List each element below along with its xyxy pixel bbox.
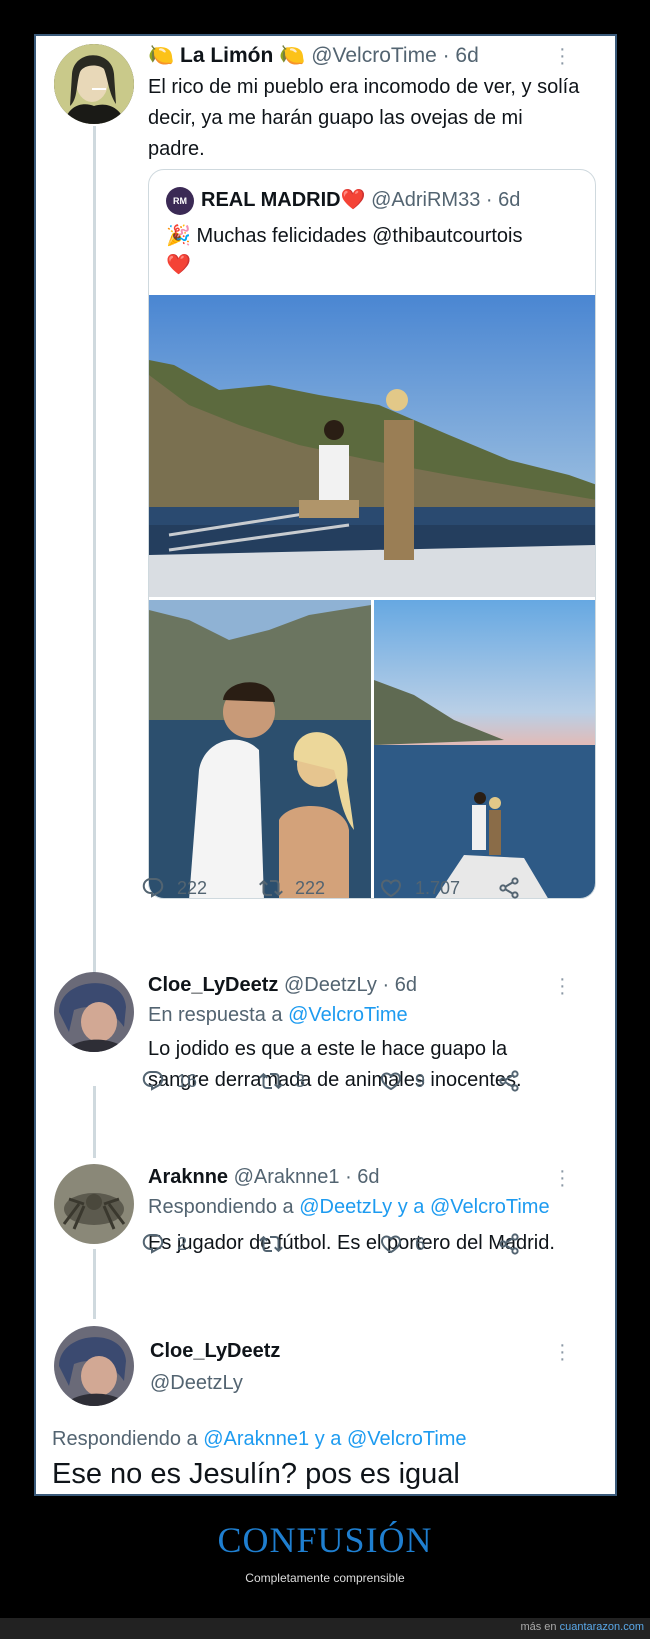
reply-count: 222 [177,877,208,898]
tweet-thread-card: 🍋 La Limón 🍋 @VelcroTime · 6d · · · El ric… [34,34,617,1496]
tweet-text: Ese no es Jesulín? pos es igual [52,1458,460,1490]
meme-subtitle: Completamente comprensible [245,1571,405,1585]
tweet-time[interactable]: · 6d [443,44,479,67]
retweet-button[interactable]: 3 [259,1069,305,1093]
retweet-count: 3 [295,1070,306,1091]
reply-button[interactable]: 16 [141,1069,197,1093]
mention-link[interactable]: @Araknne1 y a @VelcroTime [203,1428,466,1450]
author-handle[interactable]: @DeetzLy [284,974,377,996]
retweet-count: 222 [295,877,326,898]
heart-emoji: ❤️ [340,189,366,211]
reply-prefix: En respuesta a [148,1004,283,1026]
author-name[interactable]: Cloe_LyDeetz [150,1340,280,1363]
thread-line [93,1086,96,1158]
tweet-header: Cloe_LyDeetz @DeetzLy · 6d [148,974,417,997]
tweet-header: 🍋 La Limón 🍋 @VelcroTime · 6d [148,44,479,68]
more-options-icon[interactable]: · · · [559,39,566,73]
quoted-author-name: REAL MADRID [201,189,341,211]
like-count: 1.707 [415,877,461,898]
share-icon [497,876,521,900]
more-options-icon[interactable]: · · · [559,969,566,1003]
like-button[interactable]: 9 [379,1069,425,1093]
share-icon [497,1069,521,1093]
tweet-photo[interactable] [374,600,595,898]
avatar[interactable] [54,1164,134,1244]
tweet-text: El rico de mi pueblo era incomodo de ver… [148,76,580,160]
site-link[interactable]: cuantarazon.com [560,1621,644,1633]
real-madrid-crest-icon: RM [173,196,187,206]
reply-prefix: Respondiendo a [148,1196,294,1218]
heart-icon [379,1232,403,1256]
author-name[interactable]: Cloe_LyDeetz [148,974,278,996]
like-count: 9 [415,1070,426,1091]
quoted-avatar[interactable]: RM [166,187,194,215]
reply-context: Respondiendo a @Araknne1 y a @VelcroTime [52,1428,467,1451]
heart-icon [379,876,403,900]
quoted-author-handle: @AdriRM33 [371,189,481,211]
more-prefix: más en [520,1621,557,1633]
quoted-tweet[interactable]: RM REAL MADRID❤️ @AdriRM33 · 6d 🎉 Muchas… [148,169,596,899]
retweet-icon [259,1232,283,1256]
reply-count: 16 [177,1070,198,1091]
reply-prefix: Respondiendo a [52,1428,198,1450]
author-handle-text: @DeetzLy [150,1372,243,1394]
lemon-emoji: 🍋 [279,44,306,67]
author-name[interactable]: La Limón [180,44,273,67]
share-button[interactable] [497,1232,521,1256]
avatar[interactable] [54,44,134,124]
retweet-icon [259,1069,283,1093]
author-name-text: Cloe_LyDeetz [150,1340,281,1362]
tweet-time[interactable]: · 6d [382,974,416,996]
share-button[interactable] [497,1069,521,1093]
reply-icon [141,1232,165,1256]
reply-context: Respondiendo a @DeetzLy y a @VelcroTime [148,1196,550,1219]
quoted-header: REAL MADRID❤️ @AdriRM33 · 6d [201,187,520,212]
tweet-photo[interactable] [149,600,371,898]
thread-line [93,1249,96,1319]
site-credit: más en cuantarazon.com [520,1621,644,1633]
reply-icon [141,876,165,900]
like-count: 6 [415,1233,426,1254]
tweet-time[interactable]: · 6d [345,1166,379,1188]
tweet-photo[interactable] [149,295,595,597]
like-button[interactable]: 6 [379,1232,425,1256]
reply-button[interactable]: 2 [141,1232,187,1256]
author-name[interactable]: Araknne [148,1166,228,1188]
meme-title: CONFUSIÓN [217,1520,433,1560]
share-button[interactable] [497,876,521,900]
tweet-actions: 2 6 [151,1232,561,1260]
party-popper-emoji: 🎉 [166,225,191,247]
author-handle[interactable]: @VelcroTime [311,44,437,67]
quoted-time: · 6d [485,189,521,211]
tweet-header: Araknne @Araknne1 · 6d [148,1166,380,1189]
like-button[interactable]: 1.707 [379,876,460,900]
site-footer-bar: más en cuantarazon.com [0,1618,650,1639]
avatar[interactable] [54,1326,134,1406]
more-options-icon[interactable]: · · · [559,1161,566,1195]
mention-link[interactable]: @DeetzLy y a @VelcroTime [299,1196,549,1218]
reply-context: En respuesta a @VelcroTime [148,1004,408,1027]
heart-icon [379,1069,403,1093]
lemon-emoji: 🍋 [148,44,175,67]
thread-line [93,126,96,1004]
share-icon [497,1232,521,1256]
quoted-text: 🎉 Muchas felicidades @thibautcourtois ❤️ [166,222,581,280]
reply-count: 2 [177,1233,188,1254]
heart-emoji: ❤️ [166,254,191,276]
tweet-actions: 16 3 9 [151,1069,561,1097]
author-handle[interactable]: @DeetzLy [150,1372,243,1395]
tweet-actions: 222 222 1.707 [151,876,561,904]
reply-icon [141,1069,165,1093]
retweet-button[interactable]: 222 [259,876,325,900]
reply-button[interactable]: 222 [141,876,207,900]
more-options-icon[interactable]: · · · [559,1335,566,1369]
author-handle[interactable]: @Araknne1 [234,1166,340,1188]
avatar[interactable] [54,972,134,1052]
mention-link[interactable]: @VelcroTime [288,1004,408,1026]
retweet-icon [259,876,283,900]
quoted-text-body: Muchas felicidades @thibautcourtois [196,225,523,247]
retweet-button[interactable] [259,1232,295,1256]
